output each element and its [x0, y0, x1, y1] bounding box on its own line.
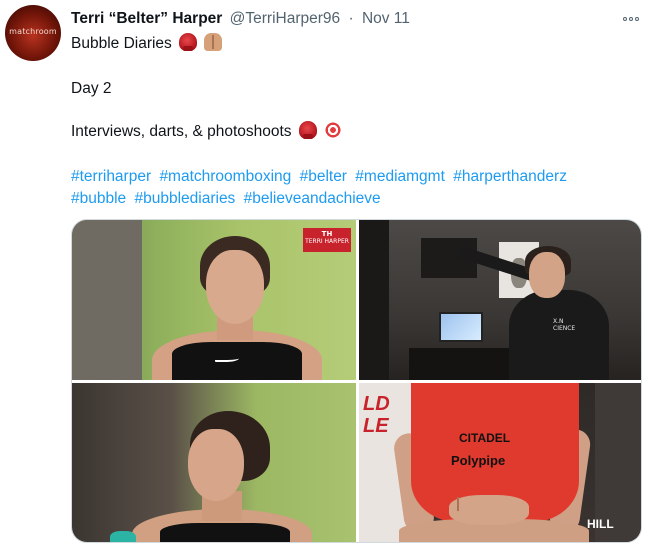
photo-seated-jersey[interactable]: LD LE CITADEL Polypipe HILL	[359, 383, 641, 542]
shirt-sponsor-text: Polypipe	[451, 453, 506, 468]
more-dot	[635, 17, 639, 21]
tweet-text-line-2: Day 2	[71, 80, 112, 97]
media-grid: TH TERRI HARPER X.N CIENCE LD LE CITADEL…	[71, 219, 642, 543]
photo-hoodie	[509, 290, 609, 380]
hashtag-link[interactable]: #terriharper	[71, 168, 151, 185]
hashtag-link[interactable]: #harperthanderz	[453, 168, 567, 185]
raising-hands-icon	[204, 33, 223, 51]
tweet-text-line-3: Interviews, darts, & photoshoots	[71, 121, 343, 143]
photo-side-portrait[interactable]	[72, 383, 356, 542]
hashtag-link[interactable]: #belter	[300, 168, 347, 185]
hashtag-link[interactable]: #mediamgmt	[355, 168, 445, 185]
photo-banner	[359, 220, 389, 380]
tweet-text-line-1: Bubble Diaries	[71, 33, 223, 55]
hoodie-text: X.N CIENCE	[553, 318, 576, 332]
more-horizontal-icon	[623, 17, 627, 21]
tweet-date[interactable]: Nov 11	[362, 10, 410, 27]
tweet[interactable]: matchroom Terri “Belter” Harper @TerriHa…	[0, 0, 651, 551]
avatar[interactable]: matchroom	[5, 5, 61, 61]
hashtag-link[interactable]: #bubble	[71, 190, 126, 207]
photo-cup	[110, 531, 136, 542]
tweet-text-activities: Interviews, darts, & photoshoots	[71, 123, 292, 140]
more-dot	[629, 17, 633, 21]
boxing-glove-icon	[179, 33, 198, 51]
shirt-sponsor-text: CITADEL	[459, 431, 511, 445]
logo-text: TERRI HARPER	[305, 238, 349, 245]
photo-subject-top	[160, 523, 290, 542]
terri-harper-logo: TH TERRI HARPER	[303, 228, 351, 252]
logo-mark: TH	[321, 230, 333, 238]
hashtag-link[interactable]: #bubblediaries	[134, 190, 235, 207]
avatar-watermark: matchroom	[9, 27, 57, 36]
backdrop-text: LD LE	[363, 393, 390, 437]
boxing-glove-icon	[298, 121, 317, 139]
hashtag-link[interactable]: #matchroomboxing	[159, 168, 291, 185]
photo-subject-face	[188, 429, 244, 501]
photo-subject-face	[206, 250, 264, 324]
backdrop-sponsor-text: HILL	[587, 517, 614, 531]
photo-person-face	[529, 252, 565, 298]
tweet-header: Terri “Belter” Harper @TerriHarper96 · N…	[71, 8, 410, 30]
tweet-text-title: Bubble Diaries	[71, 35, 172, 52]
photo-subject-top	[172, 342, 302, 380]
hashtag-list: #terriharper #matchroomboxing #belter #m…	[71, 166, 631, 210]
photo-media-room[interactable]: X.N CIENCE	[359, 220, 641, 380]
user-handle[interactable]: @TerriHarper96	[230, 10, 341, 27]
photo-clasped-hands	[449, 495, 529, 525]
display-name[interactable]: Terri “Belter” Harper	[71, 10, 222, 27]
dart-target-icon	[324, 121, 343, 139]
photo-monitor	[439, 312, 483, 342]
photo-green-screen-portrait[interactable]: TH TERRI HARPER	[72, 220, 356, 380]
separator-dot: ·	[348, 10, 354, 27]
hashtag-link[interactable]: #believeandachieve	[244, 190, 381, 207]
more-options-button[interactable]	[620, 12, 642, 26]
photo-background-wall	[72, 220, 142, 380]
